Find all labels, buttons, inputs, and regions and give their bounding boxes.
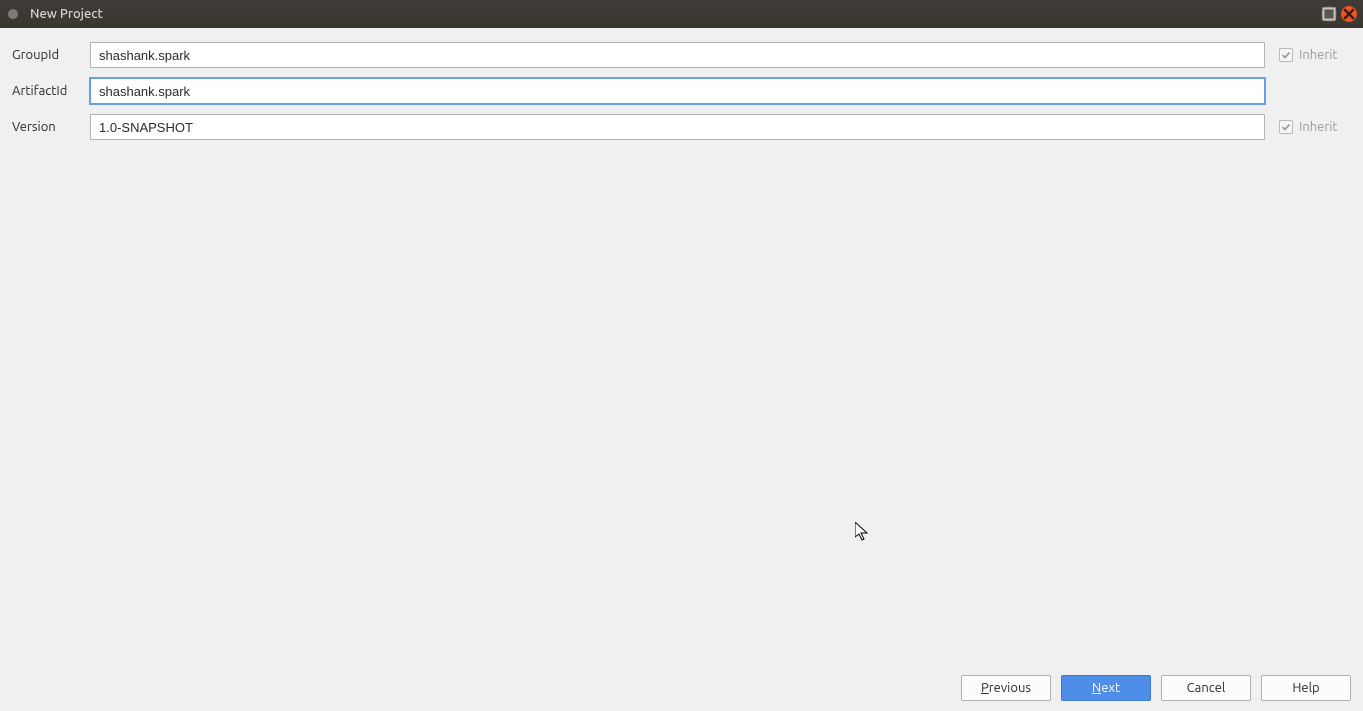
- help-button[interactable]: Help: [1261, 675, 1351, 701]
- row-artifact-id: ArtifactId: [12, 78, 1351, 104]
- checkbox-checked-icon: [1279, 120, 1293, 134]
- close-icon[interactable]: [1341, 6, 1357, 22]
- version-input[interactable]: [90, 114, 1265, 140]
- form-area: GroupId Inherit ArtifactId Version In: [0, 28, 1363, 665]
- group-id-inherit: Inherit: [1279, 48, 1351, 62]
- window-controls: [1321, 6, 1357, 22]
- version-input-wrap: [90, 114, 1265, 140]
- group-id-input-wrap: [90, 42, 1265, 68]
- checkbox-checked-icon: [1279, 48, 1293, 62]
- previous-button[interactable]: Previous: [961, 675, 1051, 701]
- inherit-label: Inherit: [1299, 120, 1338, 134]
- inherit-label: Inherit: [1299, 48, 1338, 62]
- minimize-restore-icon[interactable]: [1321, 6, 1337, 22]
- group-id-input[interactable]: [90, 42, 1265, 68]
- artifact-id-input-wrap: [90, 78, 1265, 104]
- button-bar: Previous Next Cancel Help: [0, 665, 1363, 711]
- next-button[interactable]: Next: [1061, 675, 1151, 701]
- row-version: Version Inherit: [12, 114, 1351, 140]
- artifact-id-label: ArtifactId: [12, 84, 90, 98]
- window-title: New Project: [30, 7, 103, 21]
- row-group-id: GroupId Inherit: [12, 42, 1351, 68]
- version-inherit: Inherit: [1279, 120, 1351, 134]
- artifact-id-input[interactable]: [90, 78, 1265, 104]
- cancel-button[interactable]: Cancel: [1161, 675, 1251, 701]
- title-bar: New Project: [0, 0, 1363, 28]
- version-label: Version: [12, 120, 90, 134]
- group-id-label: GroupId: [12, 48, 90, 62]
- app-icon: [8, 9, 18, 19]
